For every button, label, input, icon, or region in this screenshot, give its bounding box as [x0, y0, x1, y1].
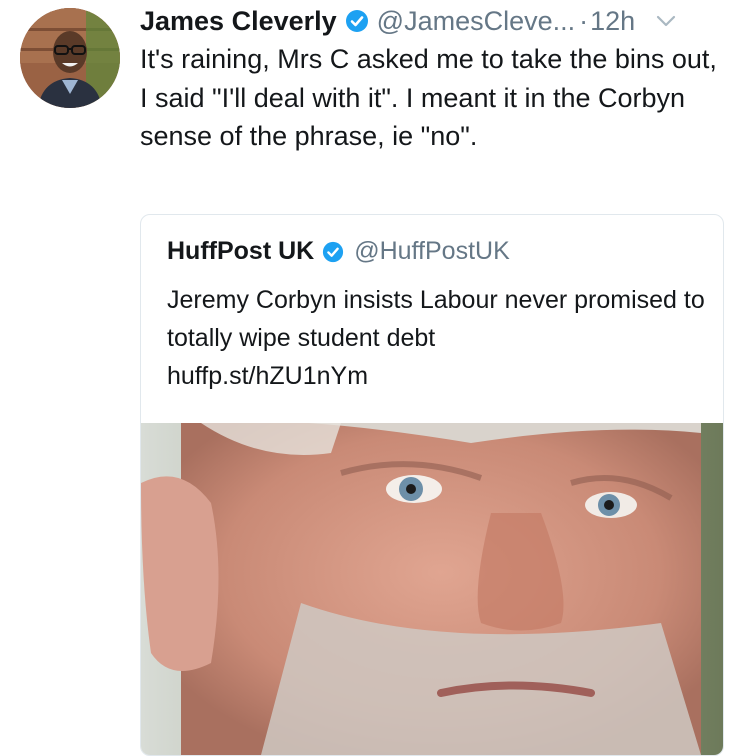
author-handle[interactable]: @JamesCleve... — [377, 6, 575, 37]
author-display-name[interactable]: James Cleverly — [140, 6, 337, 37]
tweet-header: James Cleverly @JamesCleve... · 12h — [140, 4, 728, 38]
quoted-tweet-card[interactable]: HuffPost UK @HuffPostUK Jeremy Corbyn in… — [140, 214, 724, 756]
news-photo — [141, 423, 723, 755]
verified-badge-icon — [345, 10, 368, 32]
quoted-tweet-body: Jeremy Corbyn insists Labour never promi… — [167, 281, 707, 395]
profile-photo — [20, 8, 120, 108]
separator-dot: · — [579, 5, 589, 36]
tweet-timestamp[interactable]: 12h — [590, 6, 635, 37]
tweet-text: It's raining, Mrs C asked me to take the… — [140, 44, 717, 151]
quoted-tweet-header: HuffPost UK @HuffPostUK — [167, 237, 510, 266]
chevron-down-icon[interactable] — [655, 10, 677, 32]
quoted-author-display-name: HuffPost UK — [167, 237, 315, 265]
verified-badge-icon — [323, 241, 344, 262]
quoted-tweet-link[interactable]: huffp.st/hZU1nYm — [167, 357, 707, 395]
quoted-tweet-image[interactable] — [141, 423, 723, 755]
quoted-tweet-text: Jeremy Corbyn insists Labour never promi… — [167, 286, 705, 352]
author-avatar[interactable] — [20, 8, 120, 108]
quoted-author-handle: @HuffPostUK — [354, 237, 510, 265]
